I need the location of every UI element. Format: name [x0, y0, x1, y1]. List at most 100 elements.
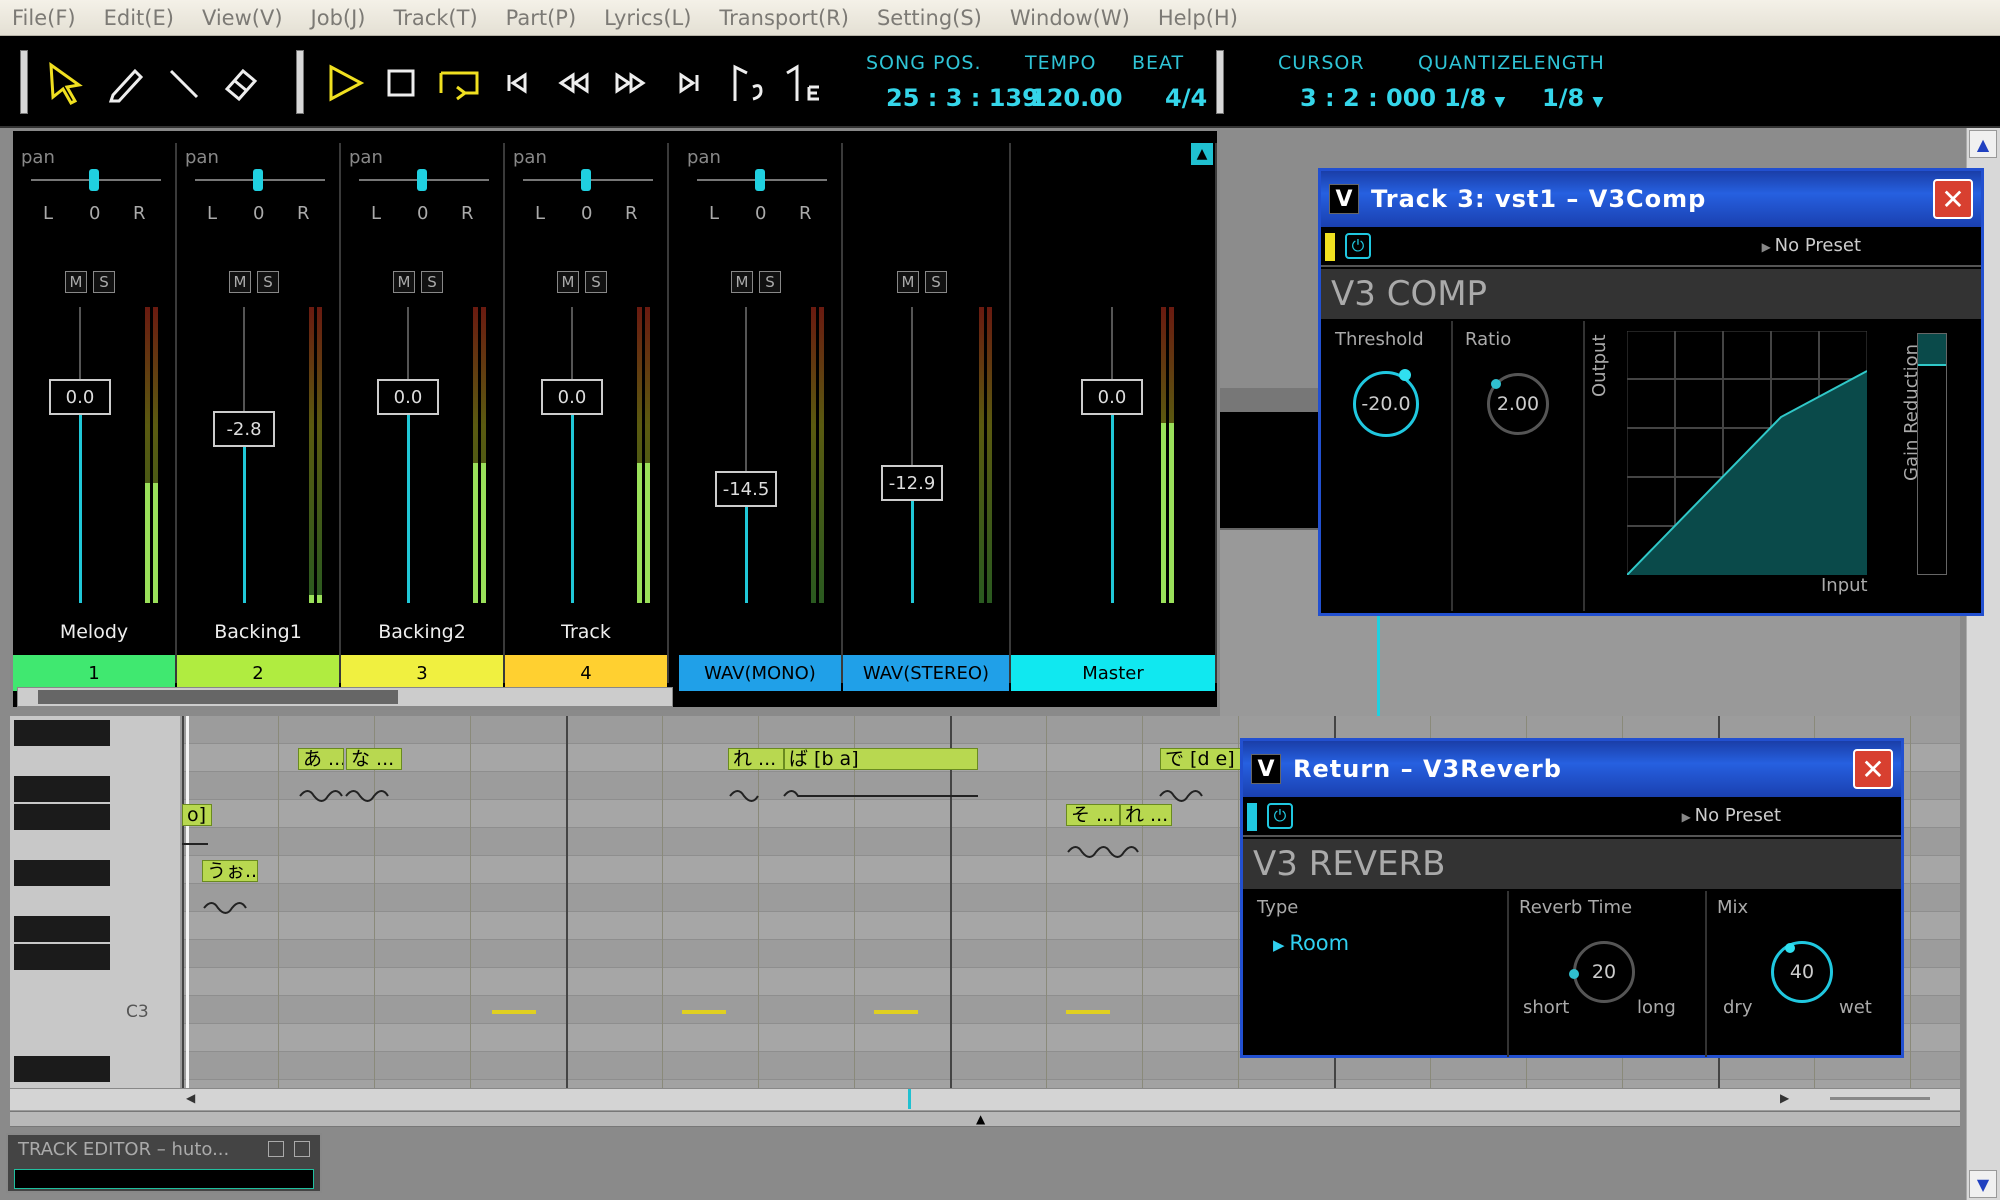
- note[interactable]: o]: [182, 804, 212, 826]
- pencil-tool-button[interactable]: [100, 58, 150, 108]
- scroll-down-icon[interactable]: ▼: [1969, 1170, 1997, 1198]
- note[interactable]: あ ...: [298, 748, 344, 770]
- power-icon[interactable]: ⏻: [1267, 803, 1293, 829]
- channel-number[interactable]: 1: [13, 655, 175, 691]
- toolbar-grip[interactable]: [20, 50, 28, 114]
- channel-number[interactable]: 2: [177, 655, 339, 691]
- pan-knob[interactable]: [253, 169, 263, 191]
- start-marker-button[interactable]: [722, 58, 772, 108]
- mixer-scrollbar[interactable]: [17, 687, 673, 707]
- menu-transport[interactable]: Transport(R): [719, 6, 849, 30]
- fader-handle[interactable]: -12.9: [881, 465, 943, 501]
- type-select[interactable]: ▶ Room: [1273, 931, 1349, 955]
- restore-icon[interactable]: [268, 1141, 284, 1157]
- scroll-up-icon[interactable]: ▲: [1969, 130, 1997, 158]
- mute-button[interactable]: M: [557, 271, 579, 293]
- piano-black-key[interactable]: [14, 860, 110, 886]
- note[interactable]: れ ...: [728, 748, 784, 770]
- menu-help[interactable]: Help(H): [1158, 6, 1238, 30]
- channel-number[interactable]: 3: [341, 655, 503, 691]
- piano-keyboard[interactable]: [10, 716, 180, 1088]
- fader-handle[interactable]: 0.0: [377, 379, 439, 415]
- beat-value[interactable]: 4/4: [1165, 84, 1207, 112]
- play-button[interactable]: [320, 58, 370, 108]
- menu-edit[interactable]: Edit(E): [104, 6, 174, 30]
- piano-black-key[interactable]: [14, 720, 110, 746]
- fader-handle[interactable]: -14.5: [715, 471, 777, 507]
- length-dropdown[interactable]: 1/8 ▼: [1542, 84, 1603, 112]
- mute-button[interactable]: M: [731, 271, 753, 293]
- mute-button[interactable]: M: [229, 271, 251, 293]
- note[interactable]: そ ...: [1066, 804, 1120, 826]
- mute-button[interactable]: M: [393, 271, 415, 293]
- fader-handle[interactable]: 0.0: [541, 379, 603, 415]
- reverb-time-knob[interactable]: 20: [1573, 941, 1635, 1003]
- mute-button[interactable]: M: [897, 271, 919, 293]
- channel-number[interactable]: Master: [1011, 655, 1215, 691]
- solo-button[interactable]: S: [257, 271, 279, 293]
- note[interactable]: れ ...: [1120, 804, 1172, 826]
- pointer-tool-button[interactable]: [42, 58, 92, 108]
- note[interactable]: な ...: [346, 748, 402, 770]
- threshold-knob[interactable]: -20.0: [1353, 371, 1419, 437]
- solo-button[interactable]: S: [759, 271, 781, 293]
- note[interactable]: うぉ...: [202, 860, 258, 882]
- track-editor-window[interactable]: TRACK EDITOR – huto...: [6, 1133, 322, 1193]
- menu-part[interactable]: Part(P): [506, 6, 577, 30]
- reverb-close-button[interactable]: ✕: [1853, 749, 1893, 789]
- eraser-tool-button[interactable]: [216, 58, 266, 108]
- mixer-expand-icon[interactable]: ▲: [1191, 143, 1213, 165]
- piano-black-key[interactable]: [14, 1056, 110, 1082]
- reverb-preset-select[interactable]: ▶ No Preset: [1682, 805, 1781, 826]
- channel-number[interactable]: WAV(STEREO): [843, 655, 1009, 691]
- mix-knob[interactable]: 40: [1771, 941, 1833, 1003]
- pan-knob[interactable]: [417, 169, 427, 191]
- piano-black-key[interactable]: [14, 944, 110, 970]
- go-to-end-button[interactable]: [664, 58, 714, 108]
- roll-horizontal-scrollbar[interactable]: ◀ ▶: [10, 1088, 1960, 1110]
- menu-file[interactable]: File(F): [12, 6, 76, 30]
- fader-handle[interactable]: 0.0: [1081, 379, 1143, 415]
- solo-button[interactable]: S: [585, 271, 607, 293]
- note[interactable]: で [d e]: [1160, 748, 1250, 770]
- comp-close-button[interactable]: ✕: [1933, 179, 1973, 219]
- solo-button[interactable]: S: [93, 271, 115, 293]
- reverb-title-bar[interactable]: V Return – V3Reverb ✕: [1243, 741, 1901, 797]
- maximize-icon[interactable]: [294, 1141, 310, 1157]
- pan-knob[interactable]: [755, 169, 765, 191]
- toolbar-grip-2[interactable]: [1216, 50, 1224, 114]
- go-to-start-button[interactable]: [492, 58, 542, 108]
- stop-button[interactable]: [376, 58, 426, 108]
- menu-job[interactable]: Job(J): [311, 6, 366, 30]
- channel-number[interactable]: WAV(MONO): [679, 655, 841, 691]
- loop-button[interactable]: [434, 58, 484, 108]
- comp-title-bar[interactable]: V Track 3: vst1 – V3Comp ✕: [1321, 171, 1981, 227]
- piano-black-key[interactable]: [14, 804, 110, 830]
- cursor-value[interactable]: 3 : 2 : 000: [1300, 84, 1436, 112]
- fast-forward-button[interactable]: [606, 58, 656, 108]
- scroll-left-icon[interactable]: ◀: [186, 1091, 202, 1107]
- fader-handle[interactable]: -2.8: [213, 411, 275, 447]
- line-tool-button[interactable]: [158, 58, 208, 108]
- splitter-bar[interactable]: ▲: [10, 1111, 1960, 1127]
- pan-knob[interactable]: [581, 169, 591, 191]
- end-marker-button[interactable]: [780, 58, 830, 108]
- quantize-dropdown[interactable]: 1/8 ▼: [1444, 84, 1505, 112]
- pan-knob[interactable]: [89, 169, 99, 191]
- power-icon[interactable]: ⏻: [1345, 233, 1371, 259]
- menu-view[interactable]: View(V): [202, 6, 283, 30]
- solo-button[interactable]: S: [421, 271, 443, 293]
- solo-button[interactable]: S: [925, 271, 947, 293]
- mute-button[interactable]: M: [65, 271, 87, 293]
- mixer-scroll-thumb[interactable]: [38, 690, 398, 704]
- splitter-arrow-icon[interactable]: ▲: [976, 1112, 985, 1126]
- piano-black-key[interactable]: [14, 916, 110, 942]
- comp-preset-select[interactable]: ▶ No Preset: [1762, 235, 1861, 256]
- menu-track[interactable]: Track(T): [393, 6, 477, 30]
- channel-number[interactable]: 4: [505, 655, 667, 691]
- song-pos-value[interactable]: 25 : 3 : 139: [886, 84, 1039, 112]
- menu-window[interactable]: Window(W): [1010, 6, 1130, 30]
- zoom-slider[interactable]: [1830, 1097, 1930, 1100]
- rewind-button[interactable]: [548, 58, 598, 108]
- note[interactable]: ば [b a]: [784, 748, 978, 770]
